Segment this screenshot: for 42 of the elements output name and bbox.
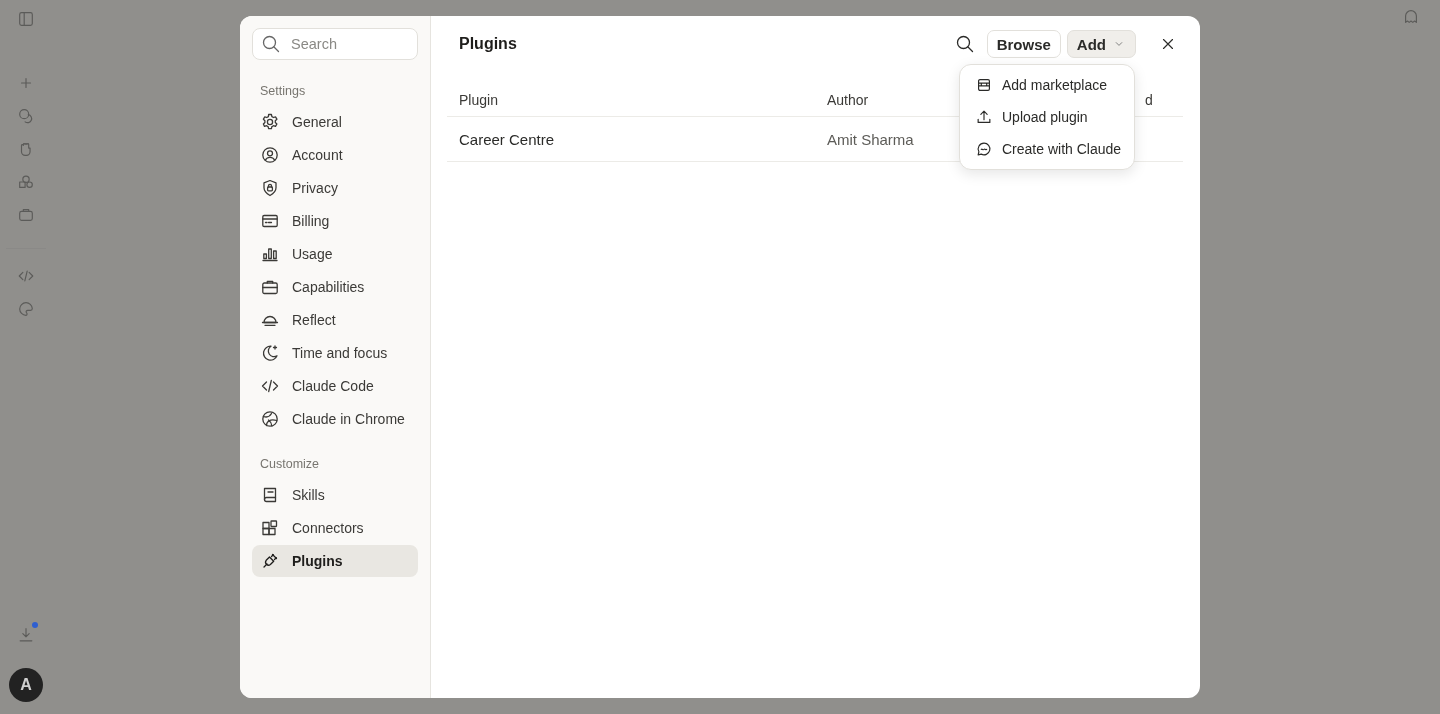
table-cell: Career Centre <box>459 130 555 148</box>
browse-button[interactable]: Browse <box>986 30 1061 58</box>
sidebar-item[interactable]: Time and focus <box>252 337 418 369</box>
search-field[interactable]: Search <box>252 28 418 60</box>
shapes-icon <box>17 173 35 191</box>
section-heading: Settings <box>259 84 307 98</box>
column-header: Plugin <box>447 84 815 117</box>
upload-icon <box>975 108 993 126</box>
add-button[interactable]: Add <box>1066 30 1136 58</box>
sidebar-item[interactable]: Capabilities <box>252 271 418 303</box>
page-title: Plugins <box>458 35 518 53</box>
menu-item[interactable]: Create with Claude <box>960 133 1134 165</box>
sidebar-icon <box>17 10 35 28</box>
sidebar-item[interactable]: Account <box>252 139 418 171</box>
section-heading: Customize <box>259 457 321 471</box>
sidebar-item[interactable]: Connectors <box>252 512 418 544</box>
sidebar-item[interactable]: Skills <box>252 479 418 511</box>
palette-icon <box>17 300 35 318</box>
sidebar-item[interactable]: Reflect <box>252 304 418 336</box>
sidebar-item[interactable]: Usage <box>252 238 418 270</box>
briefcase-icon <box>17 206 35 224</box>
sidebar-item[interactable]: Billing <box>252 205 418 237</box>
blocks-icon <box>260 518 280 538</box>
sidebar-item[interactable]: Claude in Chrome <box>252 403 418 435</box>
column-header: d <box>1145 84 1183 117</box>
sidebar-item[interactable]: Plugins <box>252 545 418 577</box>
ghost-icon <box>1402 8 1420 26</box>
sidebar-item[interactable]: Privacy <box>252 172 418 204</box>
sidebar-item[interactable]: General <box>252 106 418 138</box>
globe-icon <box>260 409 280 429</box>
shield-lock-icon <box>260 178 280 198</box>
chat-bubble-icon <box>975 140 993 158</box>
download-icon <box>17 626 35 644</box>
user-icon <box>260 145 280 165</box>
moon-icon <box>260 343 280 363</box>
avatar[interactable]: A <box>9 668 43 702</box>
table-cell: Amit Sharma <box>827 130 914 148</box>
chat-icon <box>17 107 35 125</box>
store-icon <box>975 76 993 94</box>
sidebar-item[interactable]: Claude Code <box>252 370 418 402</box>
search-icon <box>954 34 975 54</box>
gear-icon <box>260 112 280 132</box>
